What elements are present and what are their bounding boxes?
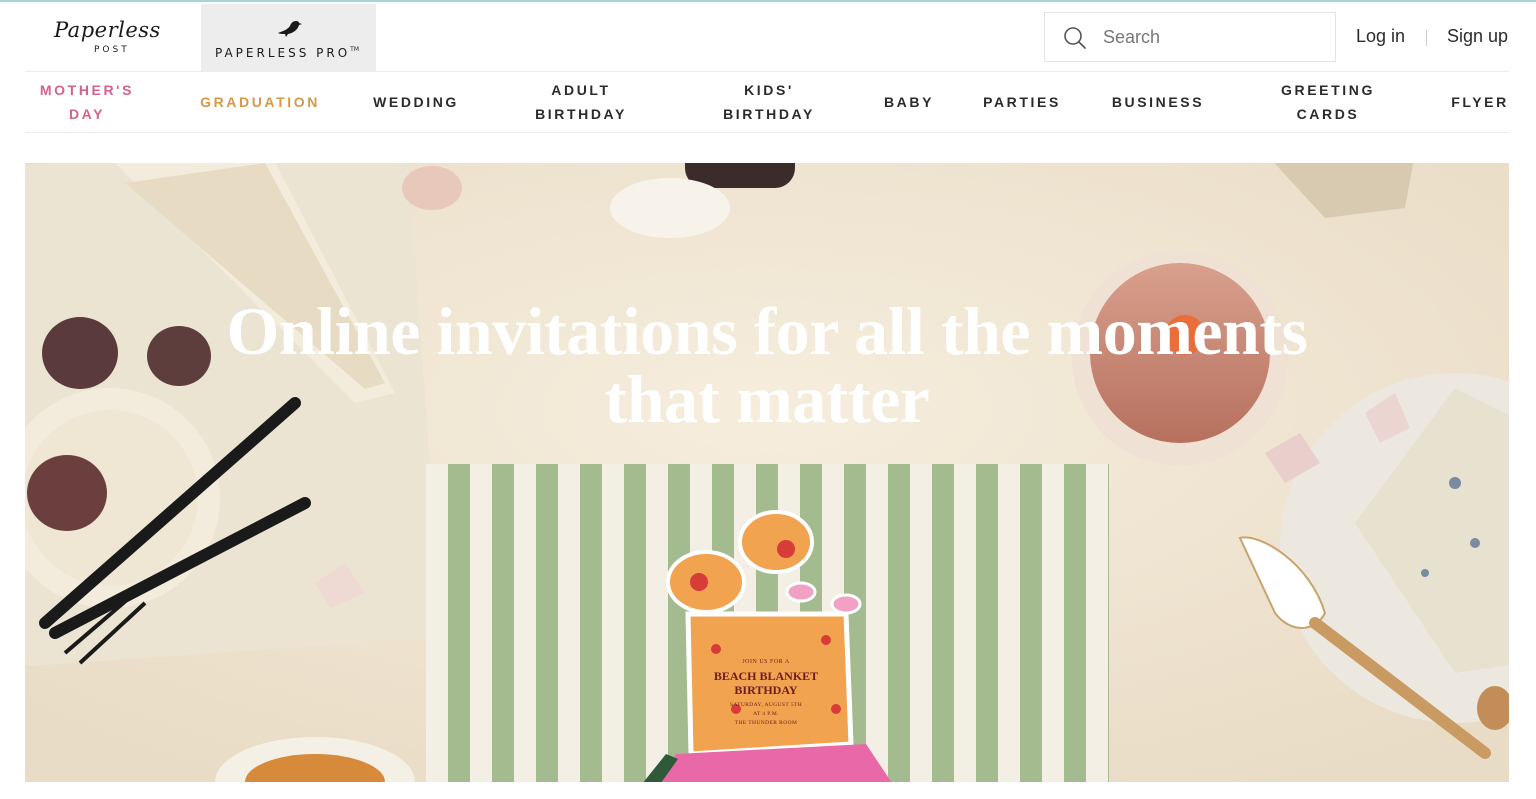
nav-item-parties[interactable]: PARTIES [972,72,1072,132]
nav-item-baby[interactable]: BABY [870,72,948,132]
logo-wordmark: Paperless [54,18,161,42]
search-icon[interactable] [1063,26,1087,50]
site-header: Paperless POST PAPERLESS PROTM Log in Si… [0,2,1536,72]
invitation-preheader: JOIN US FOR A [742,659,790,665]
nav-item-business[interactable]: BUSINESS [1100,72,1216,132]
invitation-title-line1: BEACH BLANKET [713,669,819,683]
invitation-venue: THE THUNDER ROOM [734,720,798,726]
paperless-pro-tab[interactable]: PAPERLESS PROTM [201,4,376,72]
hero-banner: Online invitations for all the moments t… [25,163,1509,782]
nav-item-wedding[interactable]: WEDDING [360,72,472,132]
nav-item-mothers-day[interactable]: MOTHER'S DAY [27,72,147,132]
invitation-time: AT 4 P.M. [753,711,779,717]
search-box[interactable] [1044,12,1336,62]
invitation-title-line2: BIRTHDAY [734,683,798,697]
hero-title: Online invitations for all the moments t… [226,292,1309,437]
paperless-pro-label: PAPERLESS PROTM [215,46,360,60]
nav-item-kids-birthday[interactable]: KIDS' BIRTHDAY [708,72,830,132]
paperless-post-logo[interactable]: Paperless POST [50,18,180,58]
invitation-date: SATURDAY, AUGUST 5TH [729,702,803,708]
signup-link[interactable]: Sign up [1447,26,1508,47]
nav-item-adult-birthday[interactable]: ADULT BIRTHDAY [520,72,642,132]
bird-icon [278,21,302,37]
nav-item-greeting-cards[interactable]: GREETING CARDS [1266,72,1390,132]
search-input[interactable] [1103,25,1313,49]
logo-subtitle: POST [94,45,130,55]
login-link[interactable]: Log in [1356,26,1405,47]
invitation-illustration [643,510,892,782]
nav-divider [25,132,1509,133]
nav-item-graduation[interactable]: GRADUATION [190,72,330,132]
trademark-mark: TM [350,46,360,53]
featured-invitation-card[interactable]: JOIN US FOR A BEACH BLANKET BIRTHDAY SAT… [426,464,1109,782]
auth-divider [1426,30,1427,46]
nav-item-flyer[interactable]: FLYER [1440,72,1520,132]
category-nav: MOTHER'S DAY GRADUATION WEDDING ADULT BI… [0,72,1536,132]
